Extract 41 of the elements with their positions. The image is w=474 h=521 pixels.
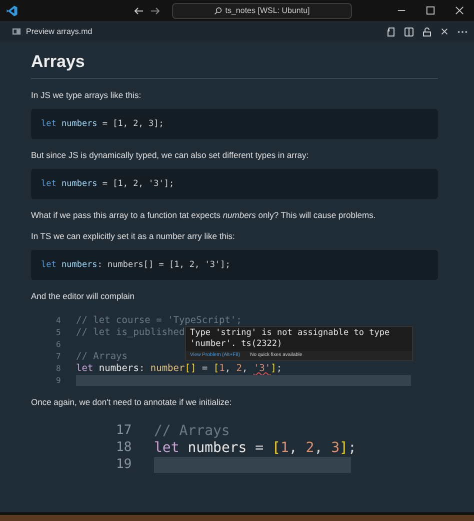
forward-arrow-icon[interactable] <box>150 6 160 16</box>
line-number: 4 <box>56 316 62 324</box>
close-icon[interactable] <box>440 27 449 36</box>
code-line: // Arrays <box>76 350 128 362</box>
editor-tab[interactable]: Preview arrays.md <box>12 27 92 36</box>
search-text: ts_notes [WSL: Ubuntu] <box>225 6 310 15</box>
line-number: 18 <box>116 440 133 455</box>
editor-logo-icon <box>6 4 18 16</box>
code-line: let numbers = [1, 2, '3']; <box>41 179 174 189</box>
page-heading: Arrays <box>31 52 438 79</box>
code-line: // let is_published <box>76 326 185 338</box>
search-field[interactable]: ts_notes [WSL: Ubuntu] <box>172 2 352 18</box>
line-number: 8 <box>56 364 62 372</box>
line-number: 7 <box>56 352 62 360</box>
line-number: 5 <box>56 328 62 336</box>
code-line: let numbers = [1, 2, 3]; <box>41 119 164 129</box>
paragraph: In TS we can explicitly set it as a number arry like this: <box>31 231 236 241</box>
line-number: 17 <box>116 423 133 438</box>
line-number: 9 <box>56 376 62 384</box>
code-line: let numbers: number[] = [1, 2, '3']; <box>76 362 282 374</box>
code-line: // let course = 'TypeScript'; <box>76 314 242 326</box>
lock-icon[interactable] <box>422 26 432 36</box>
line-number: 6 <box>56 340 62 348</box>
open-source-icon[interactable] <box>386 26 396 36</box>
preview-icon <box>12 27 21 36</box>
more-icon[interactable] <box>457 30 468 34</box>
maximize-icon[interactable] <box>426 6 435 15</box>
paragraph: But since JS is dynamically typed, we can also set different types in array: <box>31 150 310 160</box>
paragraph: What if we pass this array to a function tat expects numbers only? This will cause problems. <box>31 210 377 220</box>
line-number: 19 <box>116 457 133 472</box>
code-line: let numbers: numbers[] = [1, 2, '3']; <box>41 260 230 270</box>
paragraph: In JS we type arrays like this: <box>31 90 142 100</box>
paragraph: And the editor will complain <box>31 291 136 301</box>
split-editor-icon[interactable] <box>404 26 414 36</box>
close-icon[interactable] <box>455 6 464 15</box>
code-line: let numbers = [1, 2, 3]; <box>154 440 356 456</box>
paragraph: Once again, we don't need to annotate if we initialize: <box>31 397 233 407</box>
error-message: Type 'string' is not assignable to type 'number'. ts(2322) <box>189 327 391 350</box>
search-icon <box>214 6 222 14</box>
code-line: // Arrays <box>154 422 230 438</box>
back-arrow-icon[interactable] <box>134 6 144 16</box>
